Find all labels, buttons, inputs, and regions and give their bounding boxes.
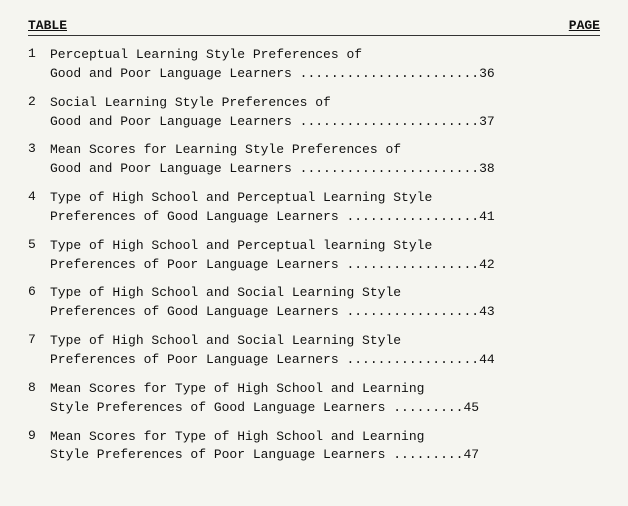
toc-entry-content: Type of High School and Social Learning … xyxy=(50,284,600,322)
toc-entry-line: Mean Scores for Type of High School and … xyxy=(50,380,600,399)
toc-entry-content: Mean Scores for Learning Style Preferenc… xyxy=(50,141,600,179)
toc-entry-line: Good and Poor Language Learners ........… xyxy=(50,113,600,132)
toc-entry-line: Good and Poor Language Learners ........… xyxy=(50,65,600,84)
toc-entry-line: Preferences of Good Language Learners ..… xyxy=(50,303,600,322)
page-column-header: PAGE xyxy=(569,18,600,33)
toc-entry-content: Mean Scores for Type of High School and … xyxy=(50,380,600,418)
toc-entry-line: Preferences of Poor Language Learners ..… xyxy=(50,351,600,370)
toc-entry-line: Style Preferences of Good Language Learn… xyxy=(50,399,600,418)
toc-row: 2Social Learning Style Preferences ofGoo… xyxy=(28,94,600,132)
toc-number: 2 xyxy=(28,94,50,109)
toc-entry-content: Type of High School and Social Learning … xyxy=(50,332,600,370)
toc-number: 8 xyxy=(28,380,50,395)
toc-number: 4 xyxy=(28,189,50,204)
toc-entry-line: Type of High School and Perceptual learn… xyxy=(50,237,600,256)
toc-row: 1Perceptual Learning Style Preferences o… xyxy=(28,46,600,84)
toc-row: 6Type of High School and Social Learning… xyxy=(28,284,600,322)
toc-number: 6 xyxy=(28,284,50,299)
toc-row: 3Mean Scores for Learning Style Preferen… xyxy=(28,141,600,179)
toc-number: 7 xyxy=(28,332,50,347)
toc-row: 7Type of High School and Social Learning… xyxy=(28,332,600,370)
toc-entry-content: Social Learning Style Preferences ofGood… xyxy=(50,94,600,132)
toc-entry-content: Type of High School and Perceptual learn… xyxy=(50,237,600,275)
toc-number: 5 xyxy=(28,237,50,252)
toc-entry-line: Preferences of Good Language Learners ..… xyxy=(50,208,600,227)
toc-entry-line: Style Preferences of Poor Language Learn… xyxy=(50,446,600,465)
toc-entry-line: Mean Scores for Learning Style Preferenc… xyxy=(50,141,600,160)
table-header: TABLE PAGE xyxy=(28,18,600,36)
toc-entry-line: Mean Scores for Type of High School and … xyxy=(50,428,600,447)
toc-number: 9 xyxy=(28,428,50,443)
toc-row: 5Type of High School and Perceptual lear… xyxy=(28,237,600,275)
toc-entry-content: Type of High School and Perceptual Learn… xyxy=(50,189,600,227)
toc-entry-line: Perceptual Learning Style Preferences of xyxy=(50,46,600,65)
toc-row: 4Type of High School and Perceptual Lear… xyxy=(28,189,600,227)
toc-entry-line: Type of High School and Social Learning … xyxy=(50,284,600,303)
toc-entry-line: Social Learning Style Preferences of xyxy=(50,94,600,113)
toc-entry-line: Good and Poor Language Learners ........… xyxy=(50,160,600,179)
toc-container: 1Perceptual Learning Style Preferences o… xyxy=(28,46,600,465)
toc-entry-line: Type of High School and Perceptual Learn… xyxy=(50,189,600,208)
toc-entry-line: Preferences of Poor Language Learners ..… xyxy=(50,256,600,275)
table-column-header: TABLE xyxy=(28,18,67,33)
toc-row: 9Mean Scores for Type of High School and… xyxy=(28,428,600,466)
toc-entry-content: Perceptual Learning Style Preferences of… xyxy=(50,46,600,84)
toc-number: 3 xyxy=(28,141,50,156)
toc-entry-line: Type of High School and Social Learning … xyxy=(50,332,600,351)
toc-number: 1 xyxy=(28,46,50,61)
toc-row: 8Mean Scores for Type of High School and… xyxy=(28,380,600,418)
toc-entry-content: Mean Scores for Type of High School and … xyxy=(50,428,600,466)
